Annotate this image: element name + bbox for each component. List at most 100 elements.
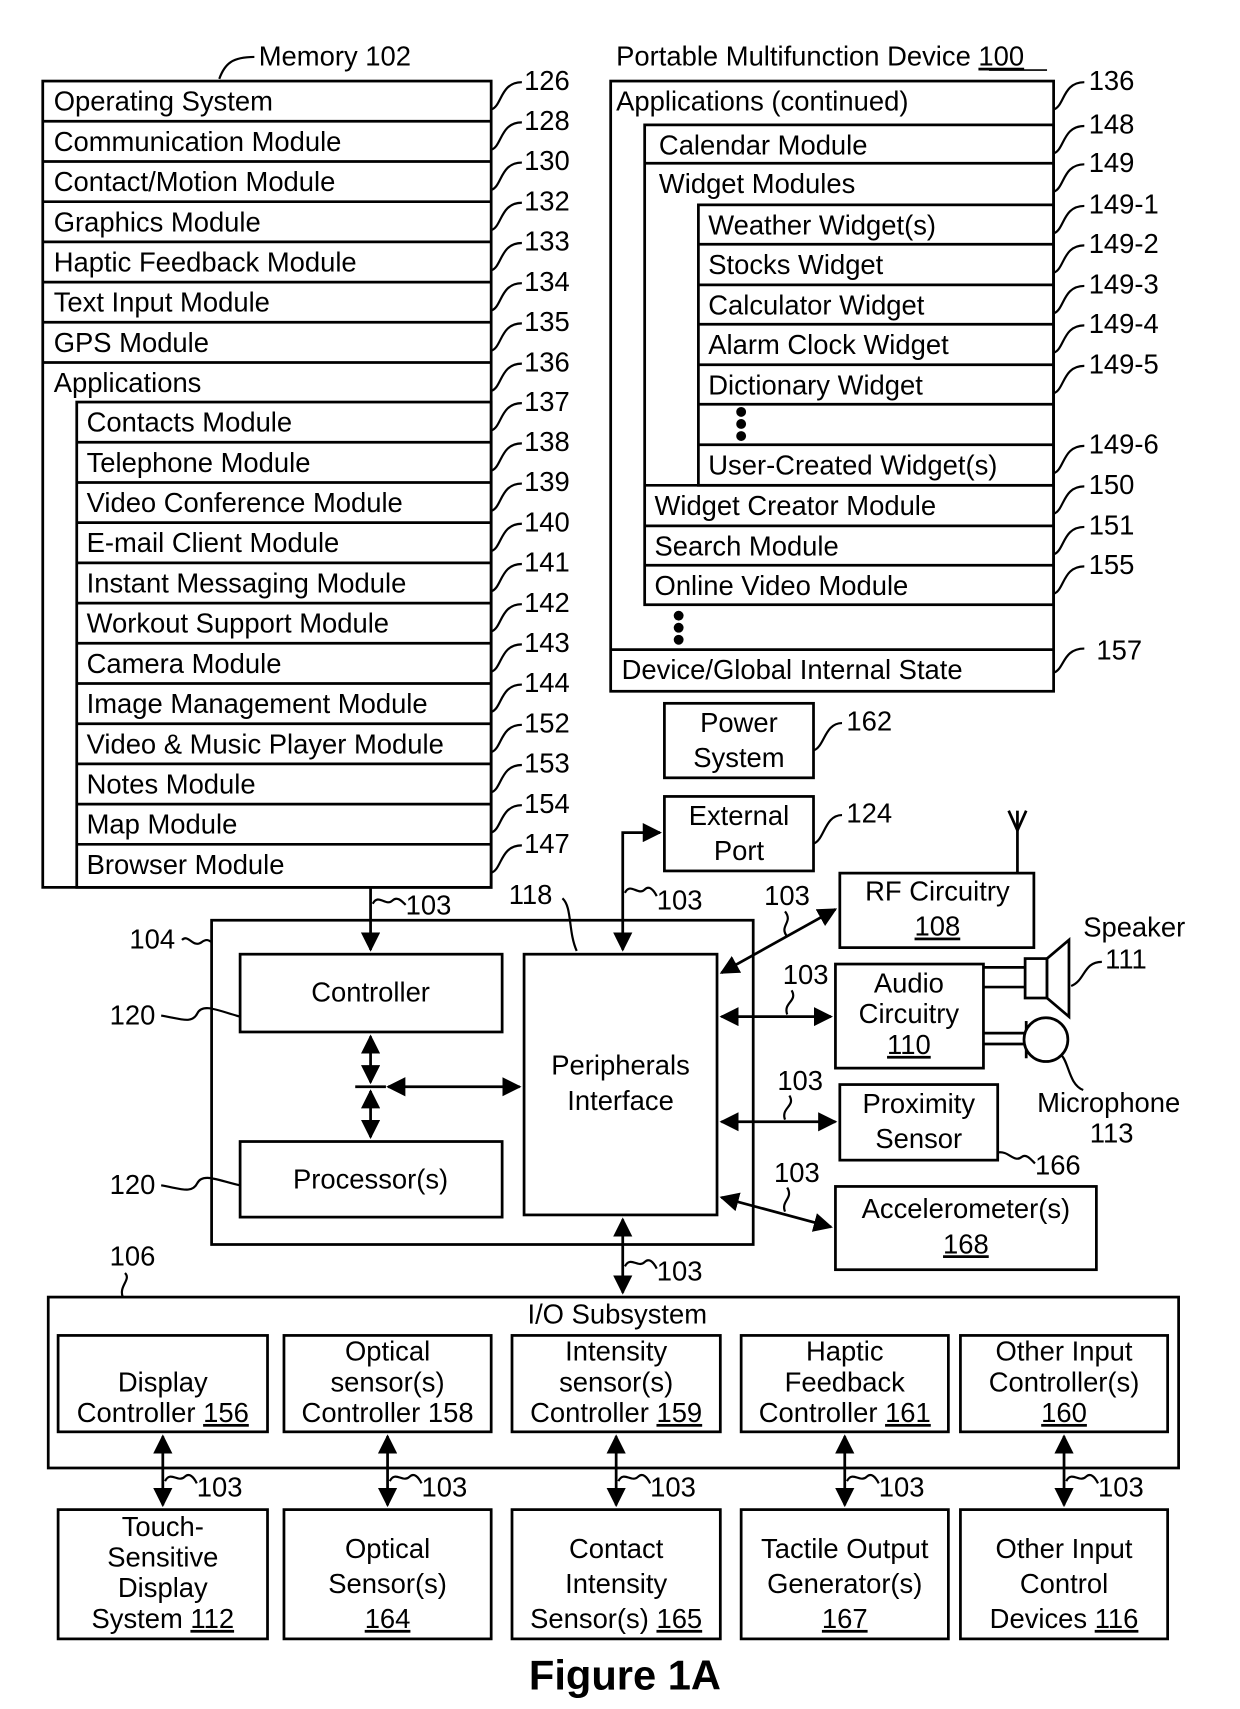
device-label: Portable Multifunction Device 100 <box>616 41 1024 72</box>
app-row-leader <box>490 442 522 472</box>
proximity-line2: Sensor <box>875 1123 962 1154</box>
audio-ref: 110 <box>887 1029 931 1060</box>
figure-caption: Figure 1A <box>529 1651 721 1698</box>
core-ref: 104 <box>129 924 175 955</box>
bus-ref-io: 103 <box>657 1256 703 1287</box>
io-subsystem-ref: 106 <box>110 1240 156 1271</box>
bus-ref-memory: 103 <box>406 890 452 921</box>
proximity-ref: 166 <box>1035 1149 1081 1180</box>
app-row-label: Camera Module <box>87 648 282 679</box>
calendar-module-label: Calendar Module <box>659 129 868 160</box>
power-system: Power System 162 <box>663 701 892 780</box>
speaker-ref: 111 <box>1105 943 1147 974</box>
ellipsis-dot-icon <box>673 610 684 621</box>
io-device-line: Sensitive <box>107 1542 218 1573</box>
io-controller-line: Controller 156 <box>77 1397 249 1428</box>
memory-row-leader <box>490 81 522 111</box>
widget-row-leader <box>1053 284 1085 315</box>
io-bus-leader <box>1065 1473 1099 1484</box>
microphone-leader <box>1060 1054 1084 1092</box>
bus-ref-rf: 103 <box>764 880 810 911</box>
microphone-icon <box>1022 1016 1070 1063</box>
io-device-line: Display <box>118 1572 208 1603</box>
audio-line1: Audio <box>874 968 944 999</box>
external-port-leader <box>812 813 843 845</box>
device-app-row-label: Widget Creator Module <box>655 490 937 521</box>
proximity-line1: Proximity <box>862 1088 975 1119</box>
io-device-line: Generator(s) <box>767 1568 922 1599</box>
io-bus-ref: 103 <box>197 1471 243 1502</box>
speaker-icon <box>1023 957 1049 1000</box>
io-bus-leader <box>617 1473 652 1484</box>
ellipsis-dot-icon <box>673 634 684 645</box>
accelerometer-label: Accelerometer(s) <box>862 1193 1070 1224</box>
memory-row-label: Haptic Feedback Module <box>54 246 357 277</box>
calendar-module-ref: 148 <box>1089 109 1135 140</box>
app-row-ref: 143 <box>524 627 570 658</box>
controller-label: Controller <box>311 976 430 1007</box>
external-port: External Port 124 <box>663 795 892 873</box>
device-app-row-label: Search Module <box>655 530 839 561</box>
app-row-label: Contacts Module <box>87 407 293 438</box>
io-controller-line: sensor(s) <box>330 1366 444 1397</box>
bus-ref-accelerometer: 103 <box>774 1157 820 1188</box>
widget-row-leader <box>1053 324 1085 354</box>
memory-row-ref: 130 <box>524 145 570 176</box>
ellipsis-dot-icon <box>736 406 747 417</box>
widget-row-leader <box>1053 244 1085 274</box>
widget-row-ref: 149-5 <box>1089 349 1159 380</box>
device-app-row-leader <box>1053 565 1085 595</box>
widget-row-label: Stocks Widget <box>708 249 883 280</box>
device-app-row-leader <box>1053 525 1085 556</box>
bus-leader-proximity <box>783 1094 793 1120</box>
io-bus-ref: 103 <box>879 1471 925 1502</box>
widget-row-label: Calculator Widget <box>708 289 925 320</box>
app-row-label: Video Conference Module <box>87 487 403 518</box>
io-controller-line: Display <box>118 1366 208 1397</box>
memory-block: Memory 102 Operating System 126 Communicat… <box>41 41 570 889</box>
app-row-leader <box>490 763 522 794</box>
io-device-line: Tactile Output <box>761 1533 929 1564</box>
widget-modules-ref: 149 <box>1089 147 1135 178</box>
io-subsystem-leader <box>120 1272 128 1298</box>
app-row-label: Video & Music Player Module <box>87 728 444 759</box>
io-device-line: Contact <box>569 1533 664 1564</box>
memory-row-ref: 134 <box>524 266 570 297</box>
memory-row-leader <box>490 362 522 393</box>
rf-label: RF Circuitry <box>865 876 1010 907</box>
memory-row-leader <box>490 282 522 312</box>
app-row-ref: 142 <box>524 587 570 618</box>
memory-label: Memory 102 <box>259 41 411 72</box>
app-row-ref: 139 <box>524 466 570 497</box>
io-controller-line: Feedback <box>785 1366 906 1397</box>
app-row-leader <box>490 562 522 593</box>
io-controller-line: Controller 158 <box>302 1397 474 1428</box>
widget-row-ref: 149-4 <box>1089 308 1159 339</box>
app-row-ref: 141 <box>524 547 570 578</box>
io-device-line: Devices 116 <box>990 1603 1139 1634</box>
memory-row-ref: 133 <box>524 226 570 257</box>
bus-leader-accelerometer <box>783 1186 791 1213</box>
bus-ref-audio: 103 <box>783 959 829 990</box>
device-state-label: Device/Global Internal State <box>622 654 963 685</box>
app-row-leader <box>490 683 522 714</box>
device-app-row-ref: 150 <box>1089 469 1135 500</box>
io-bus-ref: 103 <box>1098 1471 1144 1502</box>
io-controller-line: Optical <box>345 1336 430 1367</box>
app-row-ref: 153 <box>524 748 570 779</box>
memory-row-label: Contact/Motion Module <box>54 166 336 197</box>
bus-leader-memory <box>371 897 407 906</box>
io-subsystem: I/O Subsystem 106 DisplayController 1561… <box>46 1240 1180 1641</box>
external-port-line2: Port <box>714 835 765 866</box>
core-block: 104 Controller 120 Processor(s) 120 Peri… <box>110 823 755 1246</box>
widget-row-leader <box>1053 204 1085 235</box>
bus-leader-external <box>623 886 658 897</box>
widget-row-label: Dictionary Widget <box>708 369 923 400</box>
io-device-line: 167 <box>822 1603 868 1634</box>
processor-ref: 120 <box>110 1169 156 1200</box>
io-bus-ref: 103 <box>422 1471 468 1502</box>
microphone-ref: 113 <box>1090 1118 1134 1149</box>
device-state-ref: 157 <box>1096 635 1142 666</box>
speaker-label: Speaker <box>1083 912 1185 943</box>
io-device-line: Optical <box>345 1533 430 1564</box>
